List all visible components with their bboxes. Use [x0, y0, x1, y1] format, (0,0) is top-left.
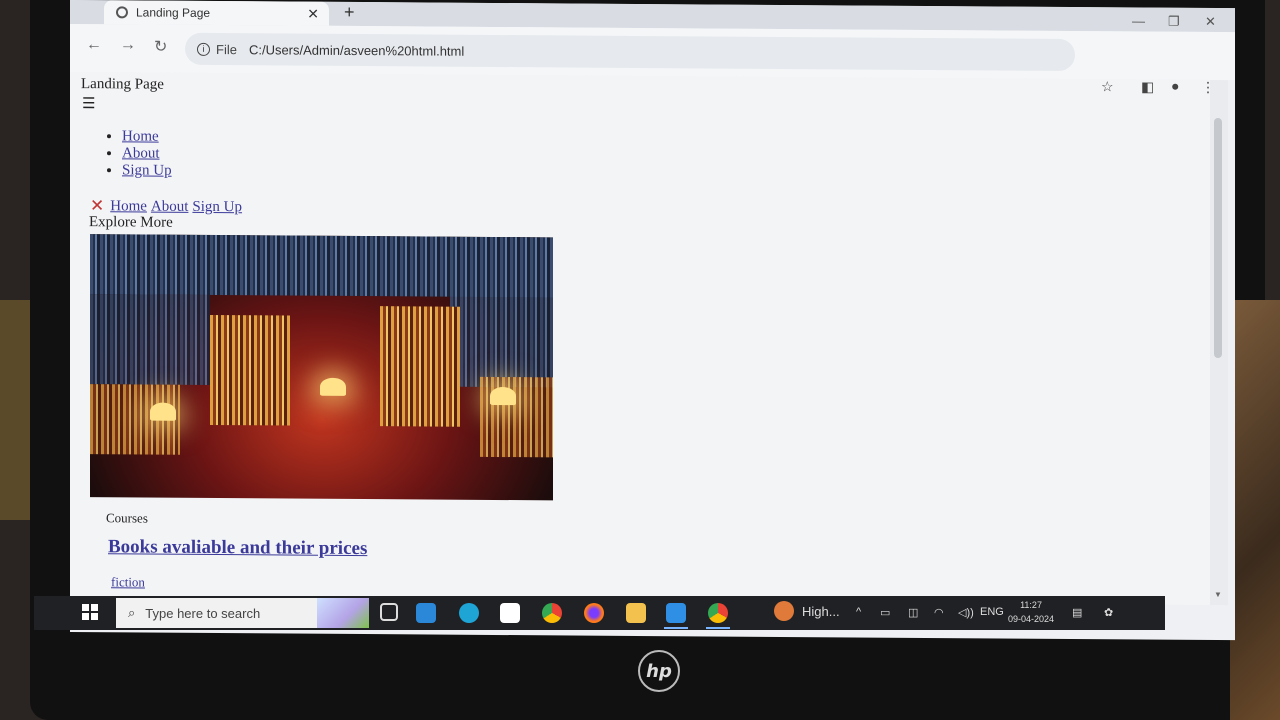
- globe-icon: [116, 6, 128, 19]
- vscode-icon[interactable]: [666, 603, 686, 623]
- mail-icon[interactable]: [416, 603, 436, 623]
- menu-item-sign-up: Sign Up: [122, 162, 172, 179]
- wifi-icon[interactable]: ◠: [934, 606, 944, 619]
- url-scheme: File: [216, 41, 237, 57]
- menu-link-home[interactable]: Home: [122, 128, 159, 144]
- highlight-app-icon: [774, 601, 794, 621]
- chrome-icon[interactable]: [542, 603, 562, 623]
- reload-icon[interactable]: ↻: [154, 37, 167, 57]
- tab-title: Landing Page: [136, 5, 211, 20]
- back-icon[interactable]: ←: [86, 36, 102, 54]
- nav-link-home[interactable]: Home: [110, 198, 147, 215]
- search-icon: ⌕: [128, 605, 136, 620]
- search-highlight-art: [317, 598, 369, 628]
- meet-icon[interactable]: ◫: [908, 606, 918, 619]
- menu-link-about[interactable]: About: [122, 145, 160, 161]
- clock-date: 09-04-2024: [1008, 614, 1055, 624]
- hp-logo: hp: [638, 650, 680, 692]
- books-heading-link[interactable]: Books avaliable and their prices: [108, 536, 367, 559]
- page-content: ☆ ◧ ● ⋮ Landing Page ☰ Home About Sign U…: [70, 72, 1215, 605]
- task-view-icon[interactable]: [380, 603, 398, 621]
- windows-start-icon[interactable]: [82, 604, 98, 620]
- scroll-thumb[interactable]: [1214, 117, 1222, 359]
- library-hero-image: [90, 234, 553, 501]
- chrome-active-icon[interactable]: [708, 603, 728, 623]
- url-text[interactable]: C:/Users/Admin/asveen%20html.html: [249, 42, 464, 59]
- menu-item-home: Home: [122, 128, 172, 145]
- info-icon[interactable]: i: [197, 42, 210, 56]
- clock-time: 11:27: [1020, 600, 1042, 610]
- forward-icon[interactable]: →: [120, 36, 136, 54]
- fiction-link-wrap: fiction: [111, 574, 145, 590]
- hamburger-icon[interactable]: ☰: [82, 94, 95, 113]
- explore-more-text: Explore More: [89, 214, 173, 231]
- books-heading: Books avaliable and their prices: [108, 536, 367, 560]
- search-placeholder: Type here to search: [145, 605, 261, 621]
- minimize-icon[interactable]: —: [1132, 13, 1145, 28]
- highlight-app-label: High...: [802, 603, 840, 619]
- language-indicator[interactable]: ENG: [980, 606, 1004, 618]
- edge-icon[interactable]: [459, 603, 479, 623]
- nav-link-sign-up[interactable]: Sign Up: [192, 198, 242, 215]
- desk-right: [1230, 300, 1280, 720]
- notifications-icon[interactable]: ▤: [1072, 606, 1082, 619]
- fiction-link[interactable]: fiction: [111, 574, 145, 589]
- address-bar[interactable]: i File C:/Users/Admin/asveen%20html.html: [185, 32, 1075, 72]
- store-icon[interactable]: [500, 603, 520, 623]
- site-brand: Landing Page: [81, 76, 164, 93]
- side-panel-icon[interactable]: ◧: [1141, 79, 1154, 96]
- profile-icon[interactable]: ●: [1171, 80, 1179, 96]
- window-close-icon[interactable]: ✕: [1205, 14, 1216, 30]
- star-icon[interactable]: ☆: [1101, 79, 1114, 96]
- scroll-down-icon[interactable]: ▼: [1214, 590, 1222, 599]
- taskbar-search[interactable]: ⌕ Type here to search: [116, 598, 369, 628]
- clock[interactable]: 11:27 09-04-2024: [1008, 598, 1054, 626]
- browser-toolbar: ← → ↻ i File C:/Users/Admin/asveen%20htm…: [70, 24, 1235, 81]
- menu-link-sign-up[interactable]: Sign Up: [122, 162, 172, 178]
- tray-chevron-icon[interactable]: ^: [856, 606, 861, 618]
- dropdown-menu: Home About Sign Up: [106, 128, 172, 179]
- tab-landing-page[interactable]: Landing Page ✕: [104, 0, 329, 26]
- battery-icon[interactable]: ▭: [880, 606, 890, 619]
- vscode-running-indicator: [664, 627, 688, 629]
- file-explorer-icon[interactable]: [626, 603, 646, 623]
- widgets-icon[interactable]: ✿: [1104, 606, 1113, 619]
- chrome-running-indicator: [706, 627, 730, 629]
- new-tab-button[interactable]: +: [344, 2, 355, 23]
- nav-link-about[interactable]: About: [151, 198, 189, 215]
- laptop-screen: Landing Page ✕ + — ❐ ✕ ← → ↻ i File C:/U…: [70, 0, 1235, 641]
- highlight-app[interactable]: High...: [774, 601, 840, 621]
- firefox-icon[interactable]: [584, 603, 604, 623]
- courses-text: Courses: [106, 510, 148, 526]
- volume-icon[interactable]: ◁)): [958, 606, 974, 619]
- menu-item-about: About: [122, 145, 172, 162]
- tab-close-icon[interactable]: ✕: [307, 5, 319, 22]
- restore-icon[interactable]: ❐: [1168, 14, 1180, 30]
- windows-taskbar: ⌕ Type here to search High... ^ ▭ ◫ ◠ ◁)…: [34, 596, 1165, 630]
